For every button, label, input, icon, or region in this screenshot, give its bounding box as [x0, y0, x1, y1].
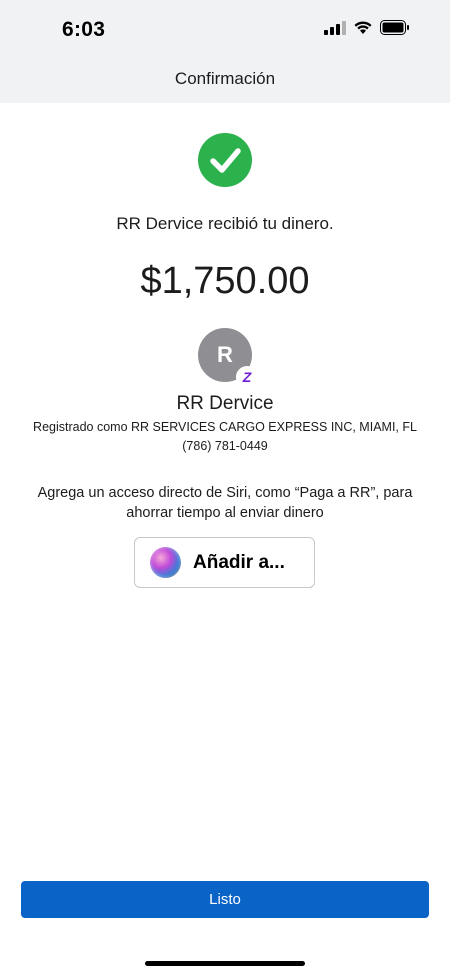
signal-icon [324, 20, 346, 35]
status-icons [324, 20, 410, 35]
add-to-siri-button[interactable]: Añadir a... [134, 537, 315, 588]
status-time: 6:03 [62, 18, 106, 41]
siri-icon [150, 547, 181, 578]
confirmation-message: RR Dervice recibió tu dinero. [116, 214, 334, 233]
recipient-phone: (786) 781-0449 [182, 439, 268, 453]
registered-as: Registrado como RR SERVICES CARGO EXPRES… [33, 420, 417, 434]
amount: $1,750.00 [140, 260, 310, 302]
recipient-name: RR Dervice [176, 393, 274, 414]
page-title: Confirmación [174, 69, 276, 88]
home-indicator [145, 961, 305, 966]
done-button[interactable]: Listo [21, 881, 429, 918]
check-circle-icon [198, 133, 252, 187]
add-to-siri-label: Añadir a... [193, 551, 285, 573]
battery-icon [380, 20, 409, 35]
wifi-icon [354, 21, 372, 34]
siri-shortcut-prompt: Agrega un acceso directo de Siri, como “… [37, 485, 413, 521]
zelle-badge-icon: Z [236, 366, 258, 388]
